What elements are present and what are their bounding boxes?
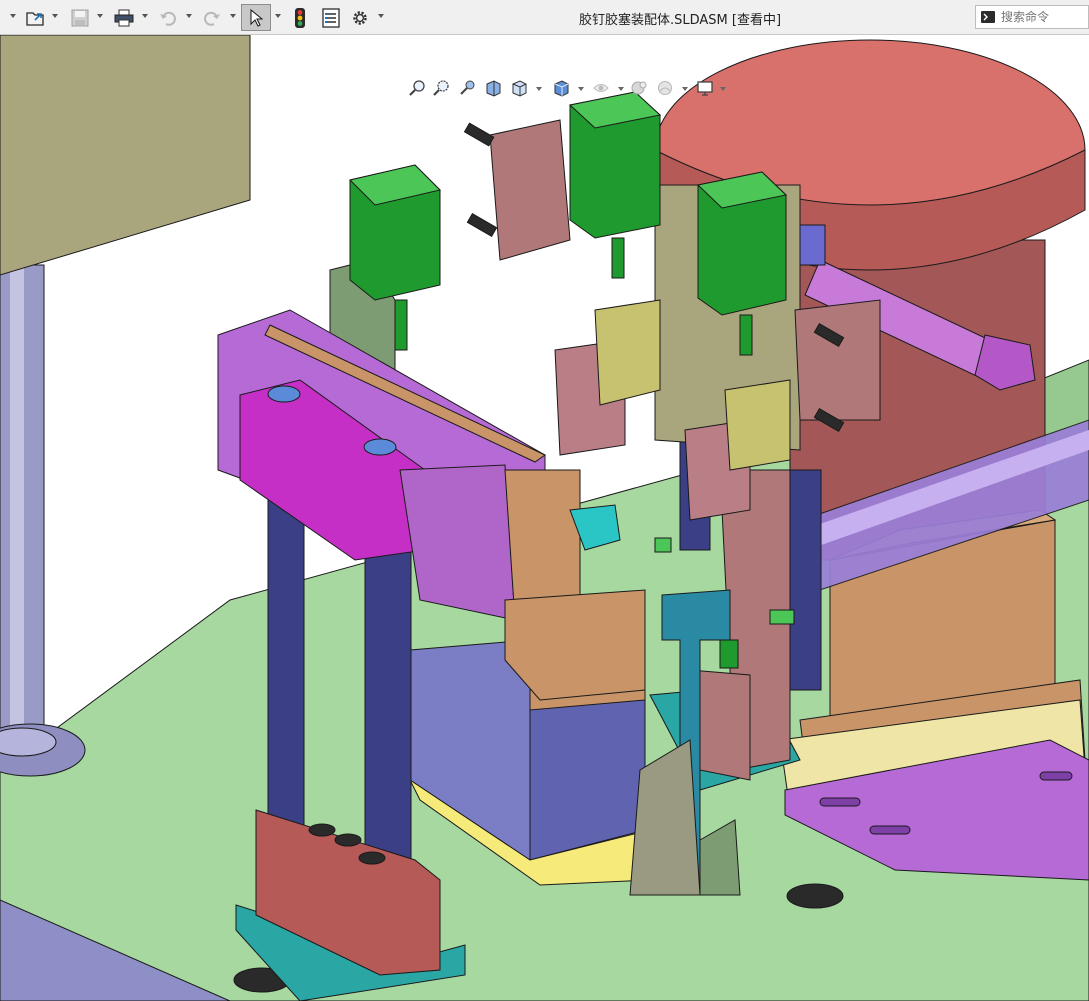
tan-slide-lower	[504, 589, 646, 701]
command-search-box[interactable]	[975, 5, 1089, 29]
undo-dropdown-arrow[interactable]	[186, 14, 192, 18]
zoom-to-fit-icon[interactable]	[406, 77, 428, 99]
view-settings-icon[interactable]	[694, 77, 716, 99]
apply-scene-icon[interactable]	[654, 77, 676, 99]
command-search-input[interactable]	[1001, 10, 1089, 24]
base-hole-2	[786, 883, 844, 909]
save-icon[interactable]	[68, 6, 92, 29]
options-dropdown-arrow[interactable]	[378, 14, 384, 18]
view-orientation-icon[interactable]	[508, 77, 530, 99]
options-gear-icon[interactable]	[348, 6, 372, 29]
file-properties-icon[interactable]	[319, 6, 343, 29]
edit-appearance-icon[interactable]	[628, 77, 650, 99]
print-dropdown-arrow[interactable]	[142, 14, 148, 18]
print-icon[interactable]	[112, 6, 136, 29]
view-orientation-dropdown[interactable]	[536, 87, 542, 91]
select-pointer-icon[interactable]	[241, 4, 271, 31]
rebuild-traffic-light-icon[interactable]	[289, 6, 311, 29]
green-cylinder-center	[568, 91, 662, 279]
display-style-icon[interactable]	[550, 77, 572, 99]
open-file-icon[interactable]	[24, 6, 48, 29]
section-view-icon[interactable]	[482, 77, 504, 99]
document-title: 胶钉胶塞装配体.SLDASM [查看中]	[578, 13, 782, 28]
heads-up-view-toolbar	[400, 75, 730, 101]
undo-icon[interactable]	[156, 6, 180, 29]
display-style-dropdown[interactable]	[578, 87, 584, 91]
new-dropdown-arrow[interactable]	[10, 14, 16, 18]
hide-show-items-icon[interactable]	[590, 77, 612, 99]
previous-view-icon[interactable]	[456, 77, 478, 99]
title-bar: 胶钉胶塞装配体.SLDASM [查看中]	[0, 0, 1089, 35]
redo-dropdown-arrow[interactable]	[230, 14, 236, 18]
view-settings-dropdown[interactable]	[720, 87, 726, 91]
zoom-to-area-icon[interactable]	[430, 77, 452, 99]
apply-scene-dropdown[interactable]	[682, 87, 688, 91]
screw-2	[466, 212, 498, 238]
olive-cylinder-mount-1	[594, 299, 661, 406]
save-dropdown-arrow[interactable]	[97, 14, 103, 18]
hide-show-dropdown[interactable]	[618, 87, 624, 91]
redo-icon[interactable]	[200, 6, 224, 29]
mauve-bracket-top	[489, 119, 571, 261]
green-fitting	[719, 639, 739, 669]
graphics-viewport[interactable]	[0, 35, 1089, 1001]
left-column-highlight	[10, 265, 24, 745]
select-dropdown-arrow[interactable]	[275, 14, 281, 18]
top-left-olive-panel	[0, 35, 251, 276]
olive-cylinder-mount-2	[724, 379, 791, 471]
assembly-model-render	[0, 35, 1089, 1001]
screw-1	[463, 122, 495, 147]
navy-column-right	[364, 529, 412, 891]
mauve-bracket-right	[794, 299, 881, 421]
command-prompt-icon	[981, 11, 995, 23]
open-dropdown-arrow[interactable]	[52, 14, 58, 18]
navy-column-left	[267, 479, 305, 831]
